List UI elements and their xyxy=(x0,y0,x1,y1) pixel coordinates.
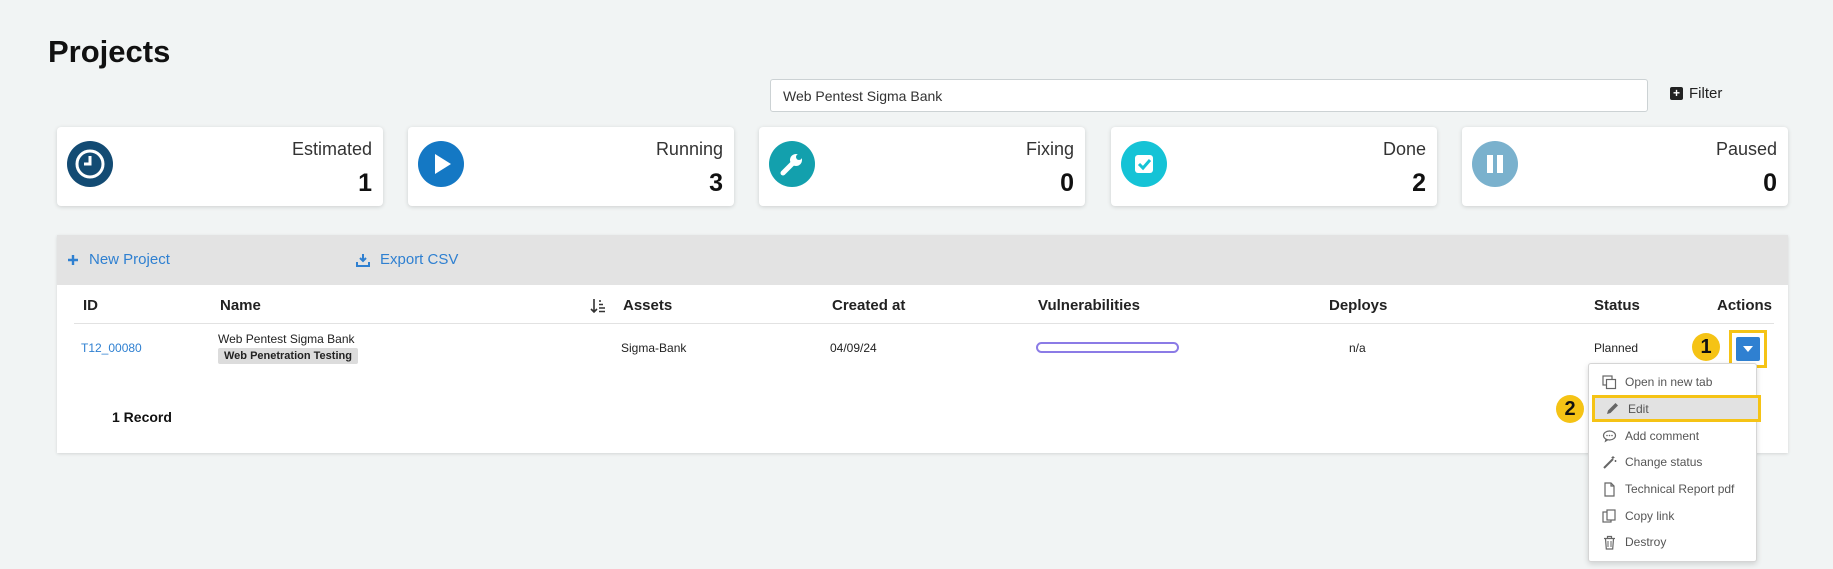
card-done[interactable]: Done 2 xyxy=(1111,127,1437,206)
column-header-actions: Actions xyxy=(1717,297,1773,314)
menu-item-add-comment[interactable]: Add comment xyxy=(1589,424,1756,448)
trash-icon xyxy=(1604,535,1615,550)
menu-item-open-in-new-tab[interactable]: Open in new tab xyxy=(1589,370,1756,394)
column-header-assets[interactable]: Assets xyxy=(623,297,672,314)
pause-icon xyxy=(1472,141,1518,187)
menu-item-change-status[interactable]: Change status xyxy=(1589,450,1756,474)
project-name: Web Pentest Sigma Bank xyxy=(218,332,355,346)
new-project-label: New Project xyxy=(89,251,170,268)
column-header-vulnerabilities[interactable]: Vulnerabilities xyxy=(1038,297,1140,314)
column-header-created-at[interactable]: Created at xyxy=(832,297,905,314)
card-running[interactable]: Running 3 xyxy=(408,127,734,206)
new-project-button[interactable]: New Project xyxy=(67,251,170,268)
menu-item-destroy[interactable]: Destroy xyxy=(1589,530,1756,554)
copy-tab-icon xyxy=(1602,374,1617,389)
plus-icon: + xyxy=(1670,87,1683,100)
document-icon xyxy=(1604,481,1615,497)
card-label: Paused xyxy=(1715,139,1777,159)
actions-menu: Open in new tab Edit Add comment Change … xyxy=(1588,363,1761,562)
comment-icon xyxy=(1602,429,1617,442)
filter-label: Filter xyxy=(1689,85,1723,102)
vulnerabilities-bar xyxy=(1036,342,1179,353)
menu-item-label: Change status xyxy=(1625,455,1703,469)
wrench-icon xyxy=(769,141,815,187)
menu-item-technical-report-pdf[interactable]: Technical Report pdf xyxy=(1589,477,1756,501)
page-title: Projects xyxy=(48,34,171,69)
card-estimated[interactable]: Estimated 1 xyxy=(57,127,383,206)
clock-icon xyxy=(67,141,113,187)
chevron-down-icon xyxy=(1736,337,1760,361)
project-assets: Sigma-Bank xyxy=(621,341,687,355)
card-paused[interactable]: Paused 0 xyxy=(1462,127,1788,206)
step-badge-1: 1 xyxy=(1692,333,1720,361)
export-csv-button[interactable]: Export CSV xyxy=(356,251,458,268)
menu-item-copy-link[interactable]: Copy link xyxy=(1589,504,1756,528)
column-header-id[interactable]: ID xyxy=(83,297,98,314)
menu-item-label: Add comment xyxy=(1625,429,1700,443)
table-toolbar: New Project Export CSV xyxy=(57,235,1788,285)
project-type-tag: Web Penetration Testing xyxy=(218,348,358,364)
card-count: 0 xyxy=(1060,169,1074,197)
card-label: Fixing xyxy=(1025,139,1074,159)
header-divider xyxy=(74,323,1774,324)
magic-wand-icon xyxy=(1603,455,1617,469)
checkbox-icon xyxy=(1121,141,1167,187)
project-deploys: n/a xyxy=(1349,341,1366,355)
step-badge-2: 2 xyxy=(1556,395,1584,423)
card-label: Running xyxy=(655,139,723,159)
copy-link-icon xyxy=(1602,508,1616,523)
download-icon xyxy=(356,253,370,267)
menu-item-edit[interactable]: Edit xyxy=(1592,395,1761,422)
menu-item-label: Open in new tab xyxy=(1625,375,1713,389)
menu-item-label: Copy link xyxy=(1625,509,1675,523)
card-fixing[interactable]: Fixing 0 xyxy=(759,127,1085,206)
card-count: 3 xyxy=(709,169,723,197)
card-count: 0 xyxy=(1763,169,1777,197)
column-header-status[interactable]: Status xyxy=(1594,297,1640,314)
plus-icon xyxy=(68,254,78,265)
record-count: 1 Record xyxy=(112,409,172,425)
project-status: Planned xyxy=(1594,341,1639,355)
project-id-link[interactable]: T12_00080 xyxy=(81,341,142,355)
column-header-name[interactable]: Name xyxy=(220,297,261,314)
project-created-at: 04/09/24 xyxy=(830,341,877,355)
menu-item-label: Technical Report pdf xyxy=(1625,482,1735,496)
sort-icon[interactable] xyxy=(590,298,606,314)
column-header-deploys[interactable]: Deploys xyxy=(1329,297,1387,314)
menu-item-label: Edit xyxy=(1628,401,1649,416)
search-input[interactable] xyxy=(770,79,1648,112)
pencil-icon xyxy=(1607,403,1618,414)
card-count: 1 xyxy=(358,169,372,197)
filter-button[interactable]: + Filter xyxy=(1670,85,1722,102)
card-label: Estimated xyxy=(291,139,372,159)
export-csv-label: Export CSV xyxy=(380,251,459,268)
play-icon xyxy=(418,141,464,187)
projects-table-panel: New Project Export CSV ID Name Assets Cr… xyxy=(57,235,1788,453)
menu-item-label: Destroy xyxy=(1625,535,1667,549)
card-count: 2 xyxy=(1412,169,1426,197)
card-label: Done xyxy=(1382,139,1426,159)
